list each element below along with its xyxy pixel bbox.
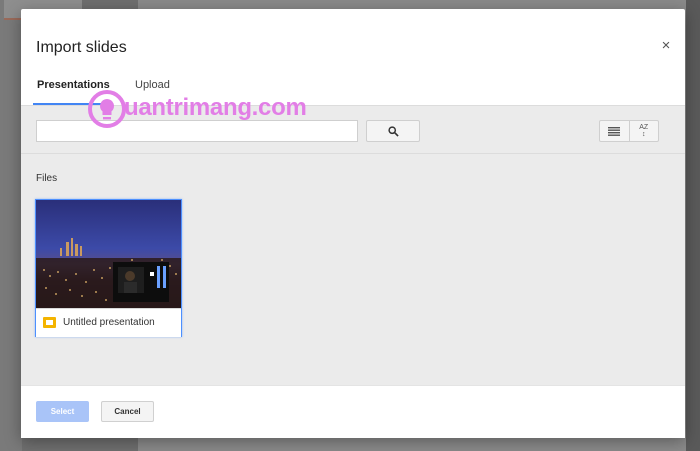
file-card[interactable]: Untitled presentation bbox=[35, 199, 182, 337]
close-icon[interactable]: × bbox=[659, 38, 673, 53]
cancel-button[interactable]: Cancel bbox=[101, 401, 154, 422]
search-button[interactable] bbox=[366, 120, 420, 142]
watermark-text: uantrimang.com bbox=[124, 94, 307, 121]
presentation-thumbnail bbox=[36, 200, 181, 308]
lightbulb-icon bbox=[88, 90, 126, 128]
list-view-icon bbox=[608, 126, 621, 136]
toolbar-divider bbox=[21, 153, 685, 154]
sort-button[interactable]: AZ ↕ bbox=[628, 121, 659, 141]
slides-icon bbox=[43, 317, 56, 328]
picker-content: AZ ↕ Files Untitled presentation bbox=[21, 105, 685, 386]
background-left-panel bbox=[0, 0, 22, 451]
files-section-label: Files bbox=[36, 173, 58, 184]
watermark: uantrimang.com bbox=[88, 90, 318, 130]
sort-az-label: AZ bbox=[639, 124, 649, 131]
sort-az-icon: AZ ↕ bbox=[639, 124, 649, 138]
dialog-title: Import slides bbox=[36, 39, 127, 56]
background-right-edge bbox=[686, 0, 700, 451]
file-name-row: Untitled presentation bbox=[36, 308, 181, 337]
search-icon bbox=[387, 125, 399, 137]
dialog-footer: Select Cancel bbox=[21, 385, 685, 438]
list-view-button[interactable] bbox=[600, 121, 629, 141]
file-name: Untitled presentation bbox=[63, 317, 155, 328]
view-controls: AZ ↕ bbox=[599, 120, 659, 142]
select-button[interactable]: Select bbox=[36, 401, 89, 422]
import-slides-dialog: Import slides × Presentations Upload AZ … bbox=[21, 9, 685, 438]
